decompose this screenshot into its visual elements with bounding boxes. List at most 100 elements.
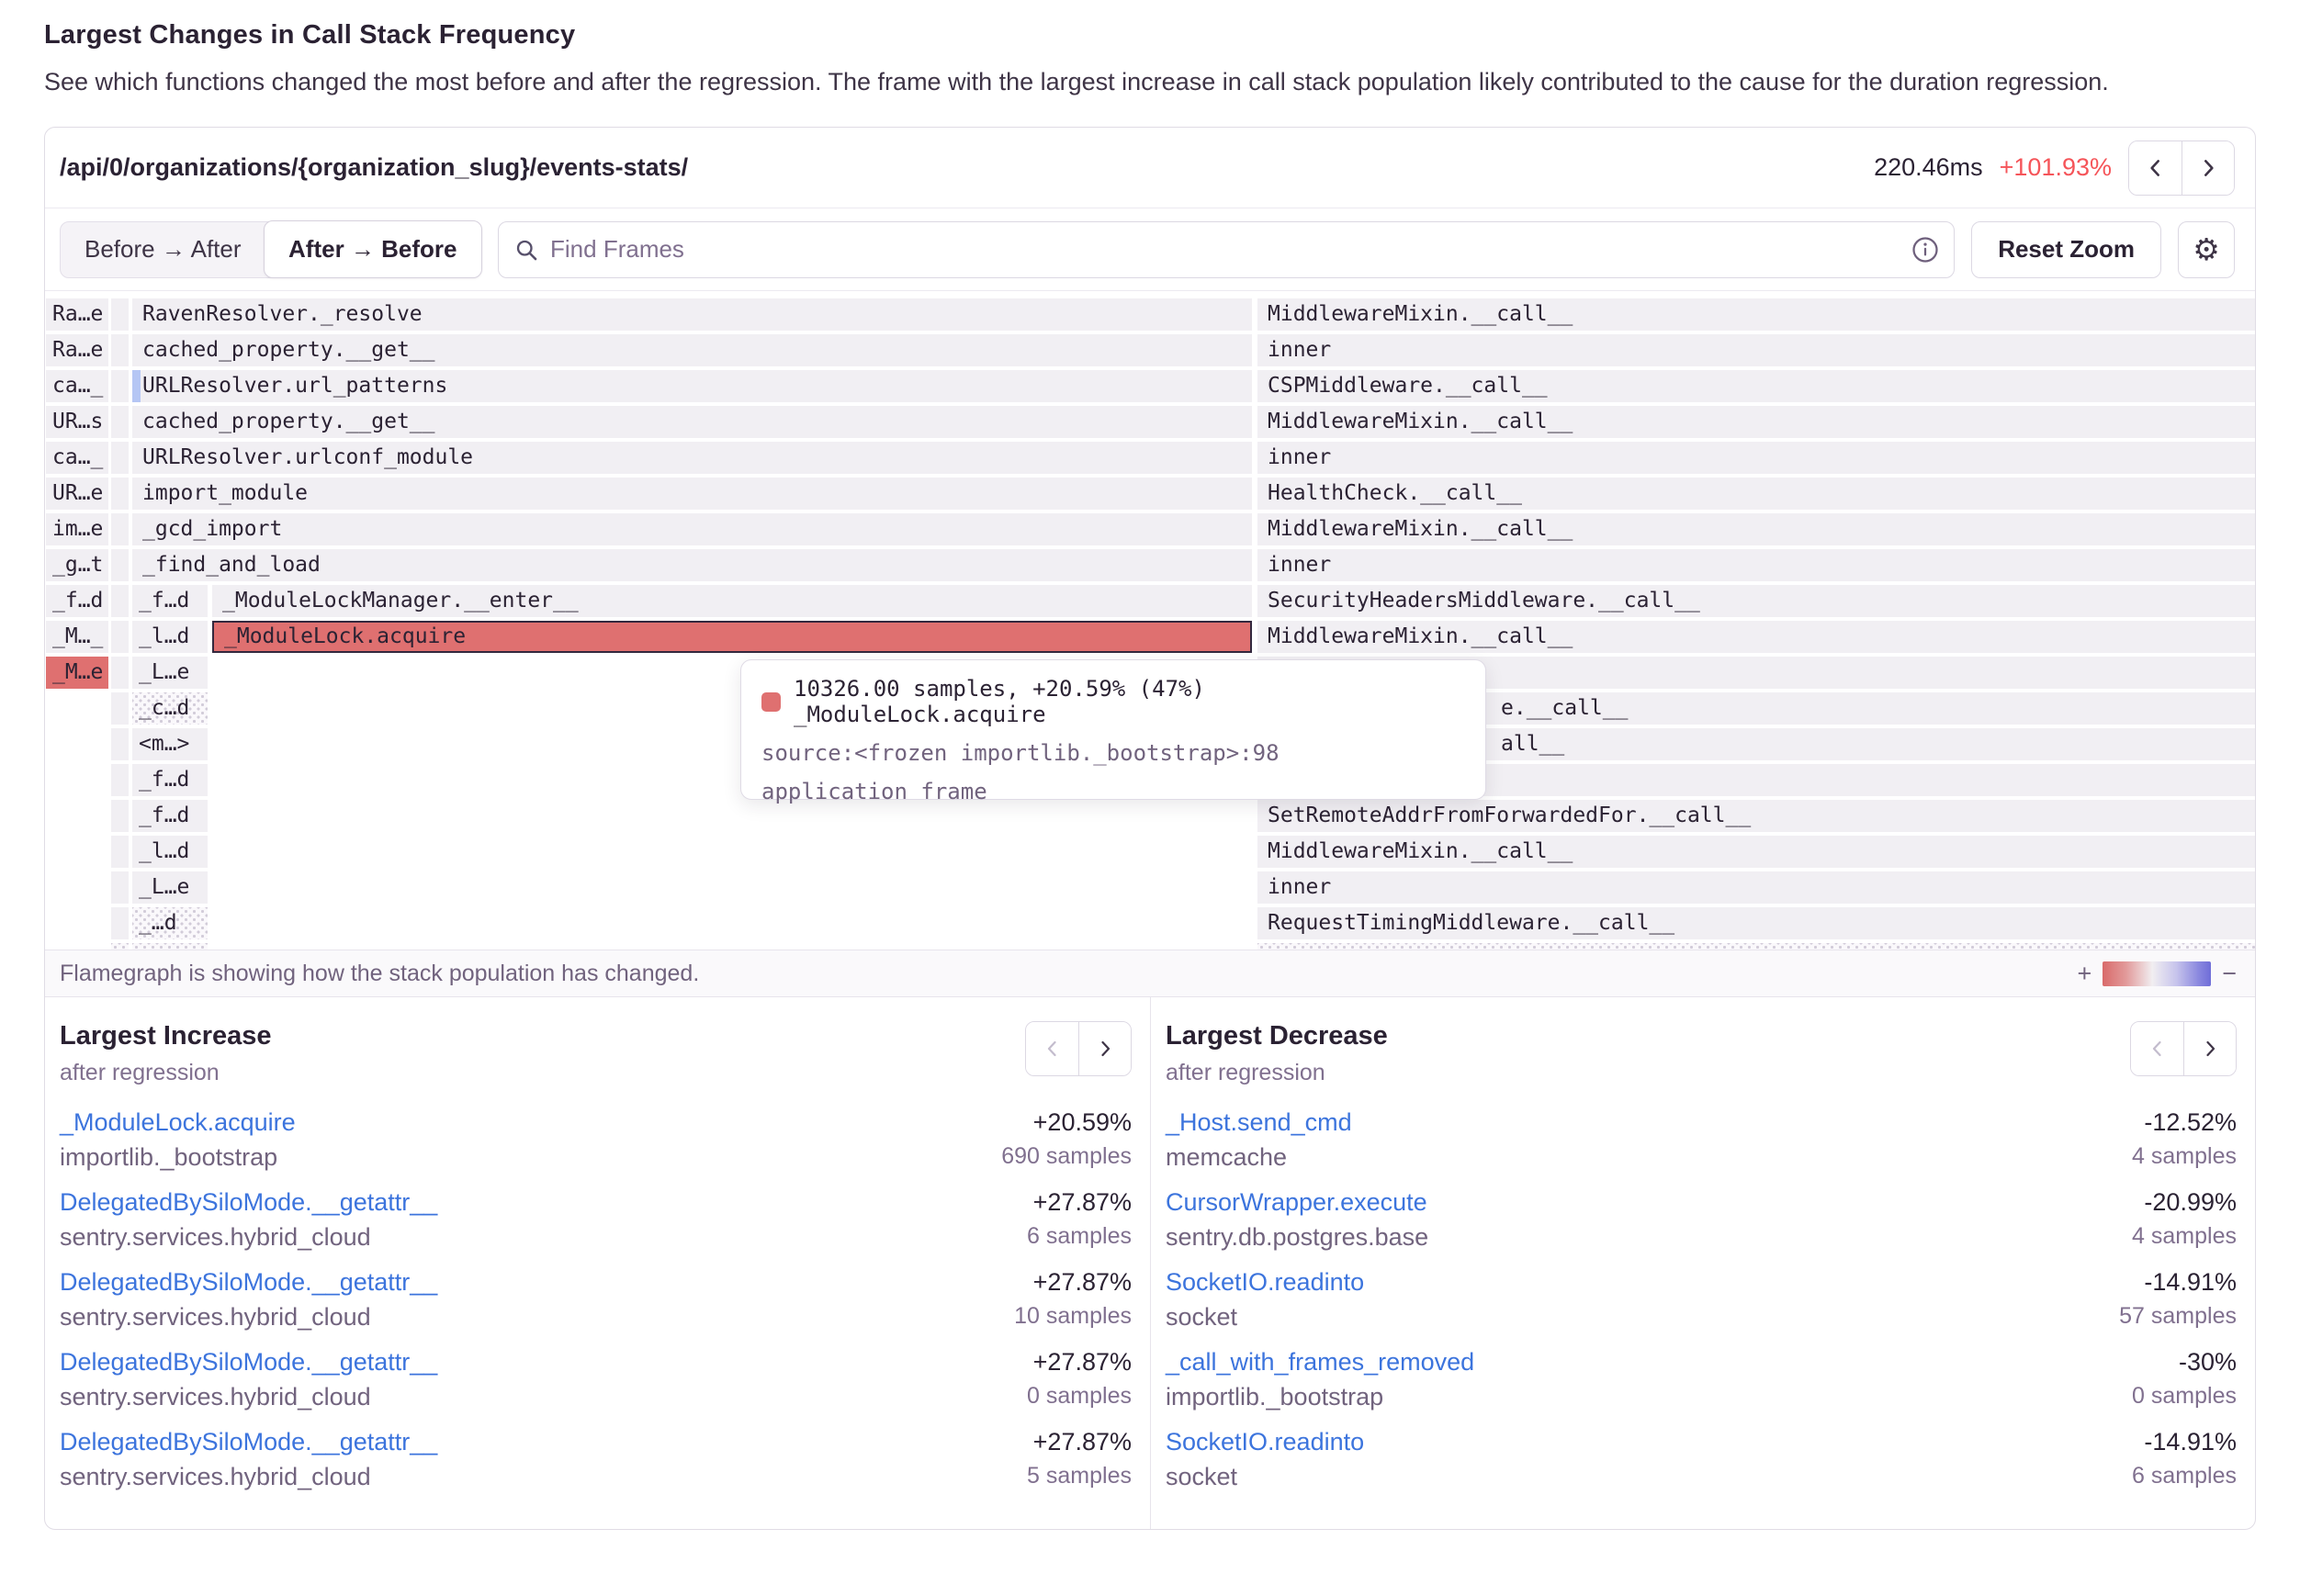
flame-cell-thin[interactable] bbox=[111, 298, 129, 331]
flame-cell-thin[interactable] bbox=[111, 657, 129, 689]
prev-endpoint-button[interactable] bbox=[2129, 141, 2182, 195]
flame-cell-thin[interactable] bbox=[111, 621, 129, 653]
function-link[interactable]: _call_with_frames_removed bbox=[1166, 1348, 1474, 1377]
flame-bar-right[interactable]: MiddlewareMixin.__call__ bbox=[1257, 406, 2255, 438]
flame-bar[interactable]: _f…d bbox=[132, 764, 208, 796]
flame-cell-thin[interactable] bbox=[111, 442, 129, 474]
function-row: DelegatedBySiloMode.__getattr__sentry.se… bbox=[60, 1348, 1132, 1411]
function-link[interactable]: SocketIO.readinto bbox=[1166, 1428, 1364, 1456]
flame-cell-left[interactable]: im…e bbox=[46, 513, 108, 545]
flame-bar[interactable]: _l…d bbox=[132, 836, 208, 868]
decrease-prev-button[interactable] bbox=[2131, 1022, 2183, 1075]
flame-cell-thin[interactable] bbox=[111, 406, 129, 438]
flame-bar-right[interactable]: CSPMiddleware.__call__ bbox=[1257, 370, 2255, 402]
flame-cell-left[interactable]: UR…e bbox=[46, 478, 108, 510]
flame-cell-left[interactable]: Ra…e bbox=[46, 334, 108, 366]
flame-bar-right[interactable]: RequestTimingMiddleware.__call__ bbox=[1257, 907, 2255, 939]
flame-cell-thin[interactable] bbox=[111, 585, 129, 617]
flame-bar[interactable]: _L…e bbox=[132, 657, 208, 689]
flame-bar[interactable]: _c…d bbox=[132, 692, 208, 725]
after-before-button[interactable]: After → Before bbox=[264, 220, 481, 278]
flame-bar[interactable]: _find_and_load bbox=[132, 549, 1252, 581]
function-info: DelegatedBySiloMode.__getattr__sentry.se… bbox=[60, 1188, 437, 1252]
flame-cell-thin[interactable] bbox=[111, 513, 129, 545]
flame-cell-left[interactable]: _M…_ bbox=[46, 621, 108, 653]
flame-cell-thin[interactable] bbox=[111, 549, 129, 581]
flame-cell-left[interactable]: Ra…e bbox=[46, 298, 108, 331]
flame-cell-thin[interactable] bbox=[111, 943, 129, 950]
function-link[interactable]: SocketIO.readinto bbox=[1166, 1268, 1364, 1297]
flame-bar[interactable]: _…d bbox=[132, 907, 208, 939]
flame-cell-thin[interactable] bbox=[111, 800, 129, 832]
function-link[interactable]: CursorWrapper.execute bbox=[1166, 1188, 1428, 1217]
function-info: DelegatedBySiloMode.__getattr__sentry.se… bbox=[60, 1348, 437, 1411]
flame-bar-right[interactable] bbox=[1257, 943, 2255, 950]
flamegraph[interactable]: Ra…eRavenResolver._resolveMiddlewareMixi… bbox=[45, 291, 2255, 950]
flame-cell-thin[interactable] bbox=[111, 836, 129, 868]
settings-button[interactable]: ⚙ bbox=[2178, 221, 2235, 278]
flame-row: Ra…e RavenResolver._resolveMiddlewareMixi… bbox=[45, 298, 2255, 331]
function-link[interactable]: DelegatedBySiloMode.__getattr__ bbox=[60, 1348, 437, 1377]
flame-bar-right[interactable]: inner bbox=[1257, 334, 2255, 366]
flame-cell-thin[interactable] bbox=[111, 907, 129, 939]
function-link[interactable]: DelegatedBySiloMode.__getattr__ bbox=[60, 1268, 437, 1297]
flame-cell-left[interactable]: ca…_ bbox=[46, 370, 108, 402]
flame-bar[interactable]: <m…> bbox=[132, 728, 208, 760]
flame-cell-left[interactable]: _M…e bbox=[46, 657, 108, 689]
flame-bar[interactable]: cached_property.__get__ bbox=[132, 334, 1252, 366]
flame-bar-right[interactable]: MiddlewareMixin.__call__ bbox=[1257, 513, 2255, 545]
flame-bar[interactable]: _f…d bbox=[132, 585, 208, 617]
flame-cell-thin[interactable] bbox=[111, 764, 129, 796]
flame-cell-thin[interactable] bbox=[111, 370, 129, 402]
function-link[interactable]: DelegatedBySiloMode.__getattr__ bbox=[60, 1188, 437, 1217]
function-link[interactable]: _Host.send_cmd bbox=[1166, 1108, 1352, 1137]
flame-bar[interactable]: _ModuleLockManager.__enter__ bbox=[212, 585, 1252, 617]
find-frames-search[interactable] bbox=[498, 221, 1955, 278]
increase-prev-button[interactable] bbox=[1026, 1022, 1078, 1075]
flame-cell-left[interactable]: ca…_ bbox=[46, 442, 108, 474]
flame-cell-thin[interactable] bbox=[111, 728, 129, 760]
flame-bar[interactable] bbox=[132, 943, 208, 950]
flame-bar-right[interactable]: inner bbox=[1257, 442, 2255, 474]
flame-bar-right[interactable]: MiddlewareMixin.__call__ bbox=[1257, 298, 2255, 331]
flame-cell-thin[interactable] bbox=[111, 334, 129, 366]
flame-cell-left bbox=[46, 764, 108, 796]
search-input[interactable] bbox=[550, 235, 1900, 264]
endpoint-pager bbox=[2128, 140, 2235, 196]
flame-bar-right[interactable]: HealthCheck.__call__ bbox=[1257, 478, 2255, 510]
flame-bar-right[interactable]: SecurityHeadersMiddleware.__call__ bbox=[1257, 585, 2255, 617]
flame-bar[interactable]: _l…d bbox=[132, 621, 208, 653]
increase-next-button[interactable] bbox=[1078, 1022, 1131, 1075]
flame-bar[interactable]: cached_property.__get__ bbox=[132, 406, 1252, 438]
flame-tooltip: 10326.00 samples, +20.59% (47%) _ModuleL… bbox=[740, 659, 1486, 800]
info-icon[interactable] bbox=[1911, 236, 1939, 264]
flame-cell-thin[interactable] bbox=[111, 478, 129, 510]
decrease-next-button[interactable] bbox=[2183, 1022, 2236, 1075]
flame-bar-right[interactable]: MiddlewareMixin.__call__ bbox=[1257, 621, 2255, 653]
flame-bar[interactable]: _gcd_import bbox=[132, 513, 1252, 545]
next-endpoint-button[interactable] bbox=[2182, 141, 2234, 195]
duration-value: 220.46ms bbox=[1874, 153, 1983, 182]
before-after-button[interactable]: Before → After bbox=[61, 222, 265, 277]
flame-cell-thin[interactable] bbox=[111, 692, 129, 725]
flame-cell-thin[interactable] bbox=[111, 871, 129, 904]
flame-bar[interactable]: URLResolver.url_patterns bbox=[132, 370, 1252, 402]
flame-cell-left[interactable]: _f…d bbox=[46, 585, 108, 617]
flame-bar[interactable]: _L…e bbox=[132, 871, 208, 904]
function-link[interactable]: DelegatedBySiloMode.__getattr__ bbox=[60, 1428, 437, 1456]
flame-bar[interactable]: _f…d bbox=[132, 800, 208, 832]
flame-bar-right[interactable]: inner bbox=[1257, 549, 2255, 581]
flame-bar[interactable]: RavenResolver._resolve bbox=[132, 298, 1252, 331]
flame-bar[interactable]: import_module bbox=[132, 478, 1252, 510]
flame-bar-right[interactable]: inner bbox=[1257, 871, 2255, 904]
flame-bar-right[interactable]: SetRemoteAddrFromForwardedFor.__call__ bbox=[1257, 800, 2255, 832]
reset-zoom-button[interactable]: Reset Zoom bbox=[1971, 221, 2161, 278]
flame-cell-left[interactable]: UR…s bbox=[46, 406, 108, 438]
function-link[interactable]: _ModuleLock.acquire bbox=[60, 1108, 296, 1137]
flame-cell-left[interactable]: _g…t bbox=[46, 549, 108, 581]
flame-main-column: _gcd_import bbox=[132, 513, 1252, 545]
flame-bar-selected[interactable]: _ModuleLock.acquire bbox=[212, 621, 1252, 653]
flame-bar-right[interactable]: MiddlewareMixin.__call__ bbox=[1257, 836, 2255, 868]
change-percent: -20.99% bbox=[2132, 1188, 2237, 1217]
flame-bar[interactable]: URLResolver.urlconf_module bbox=[132, 442, 1252, 474]
